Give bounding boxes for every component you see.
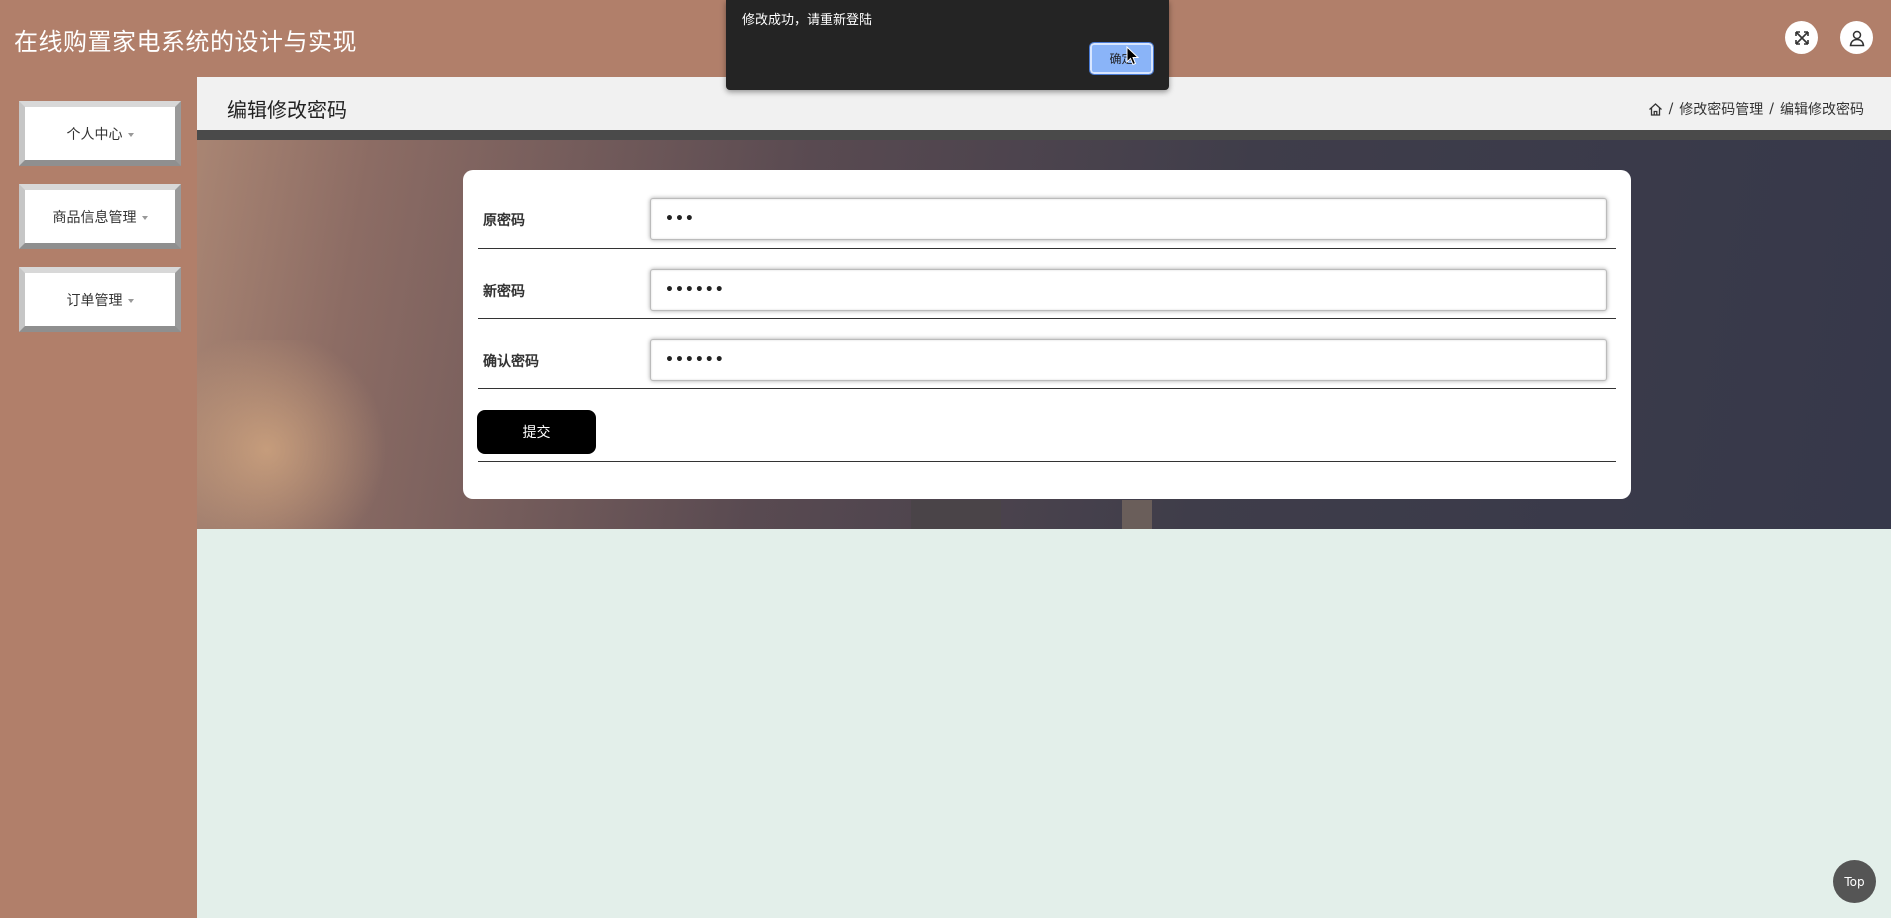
form-row-actions: [478, 389, 1616, 462]
password-form-card: 原密码 ••• 新密码 •••••• 确认密码 •••••• 提交: [463, 170, 1631, 499]
breadcrumb-separator: /: [1668, 101, 1674, 117]
sidebar-item-personal-center[interactable]: 个人中心: [19, 101, 181, 166]
sidebar-item-label: 个人中心: [66, 126, 123, 143]
caret-down-icon: [127, 298, 134, 303]
new-password-label: 新密码: [483, 284, 525, 300]
old-password-label: 原密码: [483, 213, 525, 229]
new-password-input[interactable]: ••••••: [650, 269, 1607, 311]
sidebar-item-label: 商品信息管理: [52, 209, 137, 226]
confirm-password-label: 确认密码: [483, 354, 539, 370]
mouse-cursor-icon: [1126, 46, 1140, 66]
alert-dialog: 修改成功，请重新登陆 确定: [726, 0, 1169, 90]
sidebar: 个人中心 商品信息管理 订单管理: [0, 77, 197, 918]
form-row-new-password: 新密码 ••••••: [478, 249, 1616, 319]
home-icon[interactable]: [1648, 102, 1663, 117]
form-row-old-password: 原密码 •••: [478, 170, 1616, 249]
user-icon: [1849, 30, 1864, 46]
divider: [197, 130, 1891, 140]
alert-ok-button[interactable]: 确定: [1089, 42, 1154, 75]
sidebar-item-product-info[interactable]: 商品信息管理: [19, 184, 181, 249]
alert-message: 修改成功，请重新登陆: [742, 13, 873, 28]
breadcrumb-item-current: 编辑修改密码: [1780, 102, 1864, 118]
user-button[interactable]: [1840, 21, 1873, 54]
form-row-confirm-password: 确认密码 ••••••: [478, 319, 1616, 389]
back-to-top-button[interactable]: Top: [1833, 860, 1876, 903]
hero-glow: [197, 340, 397, 529]
breadcrumb: / 修改密码管理 / 编辑修改密码: [1648, 99, 1864, 119]
app-title: 在线购置家电系统的设计与实现: [14, 28, 357, 56]
fullscreen-icon: [1794, 30, 1809, 45]
sidebar-item-label: 订单管理: [66, 292, 123, 309]
page-title: 编辑修改密码: [227, 98, 347, 122]
old-password-input[interactable]: •••: [650, 198, 1607, 240]
caret-down-icon: [127, 132, 134, 137]
caret-down-icon: [141, 215, 148, 220]
hero-decoration: [911, 500, 1001, 529]
confirm-password-input[interactable]: ••••••: [650, 339, 1607, 381]
submit-button[interactable]: 提交: [477, 410, 596, 454]
sidebar-item-orders[interactable]: 订单管理: [19, 267, 181, 332]
fullscreen-button[interactable]: [1785, 21, 1818, 54]
breadcrumb-separator: /: [1769, 101, 1774, 117]
breadcrumb-item-password-mgmt[interactable]: 修改密码管理: [1679, 99, 1763, 119]
hero-decoration: [1122, 500, 1152, 529]
